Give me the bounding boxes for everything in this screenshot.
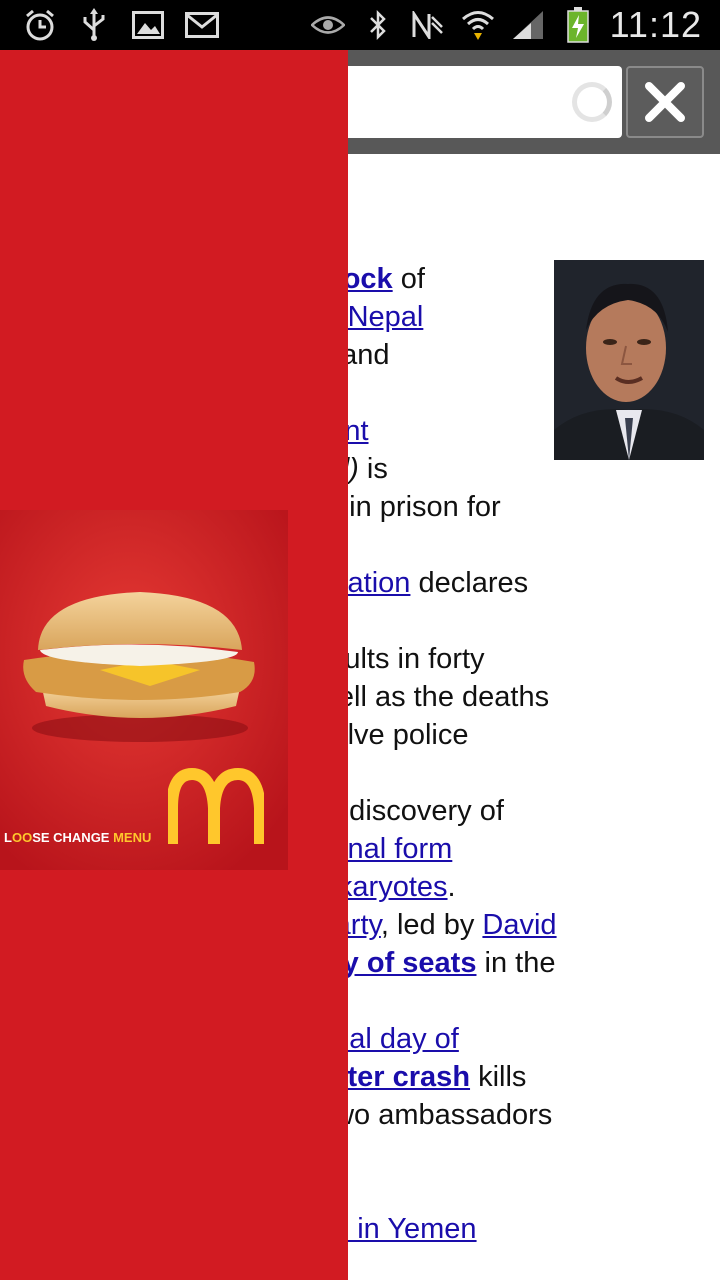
- close-icon: [645, 82, 685, 122]
- wifi-icon: [460, 8, 496, 42]
- notification-icons: [22, 8, 220, 42]
- article-text-segment: of: [392, 263, 425, 295]
- article-link[interactable]: David: [482, 909, 556, 941]
- article-text-segment: is: [358, 453, 388, 485]
- article-text-segment: in the: [476, 947, 556, 979]
- usb-icon: [76, 8, 112, 42]
- signal-icon: [510, 8, 546, 42]
- news-photo: [554, 260, 704, 460]
- ad-panel[interactable]: LOOSE CHANGE MENU: [0, 50, 348, 1280]
- nfc-icon: [410, 8, 446, 42]
- eye-icon: [310, 8, 346, 42]
- ad-tagline: LOOSE CHANGE MENU: [4, 830, 152, 845]
- article-text-segment: kills: [470, 1061, 527, 1093]
- loading-spinner-icon: [572, 82, 612, 122]
- battery-charging-icon: [560, 7, 596, 43]
- article-text-segment: .: [447, 871, 456, 903]
- url-field[interactable]: [300, 66, 622, 138]
- status-bar: 11:12: [0, 0, 720, 50]
- clock: 11:12: [609, 4, 702, 45]
- alarm-icon: [22, 8, 58, 42]
- ad-banner[interactable]: LOOSE CHANGE MENU: [0, 510, 288, 870]
- gmail-icon: [184, 8, 220, 42]
- system-icons: 11:12: [310, 4, 702, 46]
- gallery-icon: [130, 8, 166, 42]
- article-text-segment: declares: [410, 567, 529, 599]
- mcdonalds-logo-icon: [168, 768, 264, 844]
- close-button[interactable]: [626, 66, 704, 138]
- article-text-segment: , led by: [380, 909, 483, 941]
- bluetooth-icon: [360, 8, 396, 42]
